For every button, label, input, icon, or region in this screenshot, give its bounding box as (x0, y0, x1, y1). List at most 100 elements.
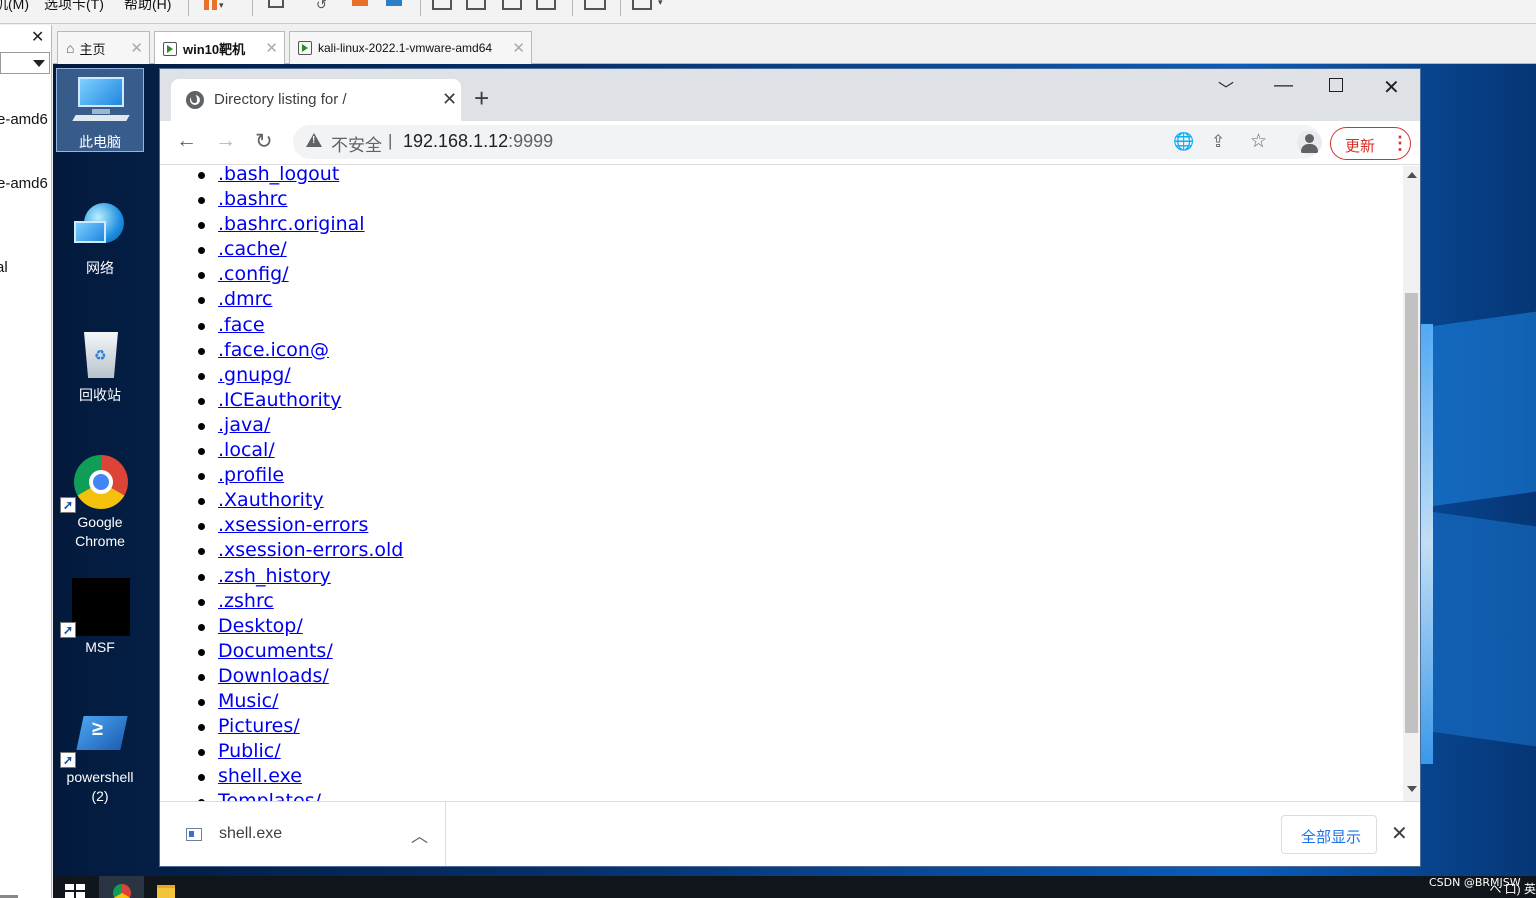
desktop-icon-network[interactable]: 网络 (56, 195, 144, 278)
library-item[interactable]: e-amd6 (0, 175, 48, 192)
tab-home[interactable]: ⌂ 主页 ✕ (57, 31, 150, 64)
list-item: .local/ (198, 438, 403, 463)
desktop-icon-msf[interactable]: MSF (56, 574, 144, 657)
file-link[interactable]: .ICEauthority (218, 389, 342, 411)
file-link[interactable]: .config/ (218, 263, 289, 285)
list-item: .face (198, 313, 403, 338)
page-scrollbar[interactable] (1403, 166, 1420, 801)
tab-kali[interactable]: kali-linux-2022.1-vmware-amd64 ✕ (289, 31, 532, 64)
scroll-down-icon[interactable] (1407, 786, 1417, 792)
file-link[interactable]: .profile (218, 464, 284, 486)
close-icon[interactable]: ✕ (31, 27, 44, 47)
close-icon[interactable]: ✕ (512, 39, 525, 57)
file-link[interactable]: .bashrc (218, 188, 288, 210)
file-link[interactable]: Pictures/ (218, 715, 300, 737)
library-search-dropdown[interactable] (0, 52, 50, 74)
desktop-icon-recycle-bin[interactable]: ♻ 回收站 (56, 322, 144, 405)
fullscreen-icon[interactable] (502, 0, 524, 14)
shortcut-arrow-icon (60, 496, 76, 515)
reload-icon[interactable]: ↻ (255, 129, 273, 154)
bookmark-star-icon[interactable]: ☆ (1250, 130, 1267, 153)
list-item: Desktop/ (198, 614, 403, 639)
close-window-icon[interactable]: ✕ (1383, 75, 1400, 100)
address-bar[interactable]: 不安全 | 192.168.1.12:9999 🌐 ⇪ ☆ (293, 125, 1321, 159)
file-link[interactable]: .bash_logout (218, 166, 339, 185)
file-link[interactable]: .java/ (218, 414, 270, 436)
close-icon[interactable]: ✕ (130, 39, 143, 57)
download-item[interactable]: shell.exe ︿ (160, 802, 446, 866)
chevron-up-icon[interactable]: ︿ (411, 822, 428, 847)
file-link[interactable]: .xsession-errors.old (218, 539, 403, 561)
pause-icon[interactable]: ▾ (202, 0, 224, 14)
desktop-icon-this-pc[interactable]: 此电脑 (56, 68, 144, 152)
snapshot-manager-icon[interactable] (384, 0, 406, 14)
toolbar-separator (620, 0, 621, 16)
share-icon[interactable]: ⇪ (1211, 132, 1225, 152)
scroll-up-icon[interactable] (1407, 172, 1417, 178)
file-link[interactable]: .face.icon@ (218, 339, 329, 361)
browser-tab[interactable]: Directory listing for / ✕ (171, 79, 461, 121)
console-icon[interactable] (584, 0, 606, 14)
desktop-icon-powershell[interactable]: ≥ powershell (2) (56, 704, 144, 806)
show-all-downloads-button[interactable]: 全部显示 (1281, 815, 1377, 854)
file-link[interactable]: Downloads/ (218, 665, 329, 687)
wallpaper-light (1419, 324, 1433, 764)
url-text[interactable]: 192.168.1.12:9999 (403, 131, 553, 152)
close-shelf-icon[interactable]: ✕ (1391, 821, 1408, 846)
update-button[interactable]: 更新 ⋮ (1330, 127, 1411, 160)
toolbar-separator (420, 0, 421, 16)
windows-start-icon[interactable] (65, 884, 85, 898)
close-icon[interactable]: ✕ (442, 89, 457, 110)
file-link[interactable]: Documents/ (218, 640, 333, 662)
file-link[interactable]: .local/ (218, 439, 275, 461)
file-link[interactable]: .xsession-errors (218, 514, 368, 536)
scrollbar-thumb[interactable] (1405, 293, 1418, 733)
chevron-down-icon[interactable]: ﹀ (1218, 76, 1234, 100)
file-link[interactable]: .gnupg/ (218, 364, 291, 386)
host-menu-help[interactable]: 帮助(H) (124, 0, 171, 14)
forward-icon[interactable]: → (215, 129, 236, 153)
taskbar-chrome-button[interactable] (99, 876, 144, 898)
file-link[interactable]: Music/ (218, 690, 278, 712)
file-link[interactable]: Desktop/ (218, 615, 303, 637)
desktop-icon-chrome[interactable]: Google Chrome (56, 449, 144, 551)
file-link[interactable]: .face (218, 314, 265, 336)
stretch-view-icon[interactable]: ▾ (632, 0, 663, 14)
update-label: 更新 (1345, 138, 1376, 155)
snapshot-take-icon[interactable] (350, 0, 372, 14)
list-item: .cache/ (198, 237, 403, 262)
kebab-menu-icon: ⋮ (1391, 133, 1409, 153)
file-link[interactable]: shell.exe (218, 765, 302, 787)
snapshot-revert-icon[interactable]: ↺ (314, 0, 336, 14)
minimize-icon[interactable]: — (1274, 75, 1293, 97)
host-menu-machine[interactable]: 机(M) (0, 0, 29, 14)
library-item[interactable]: al (0, 259, 8, 276)
exe-file-icon (186, 828, 202, 841)
translate-icon[interactable]: 🌐 (1173, 132, 1194, 152)
view-thumbnail-icon[interactable] (466, 0, 488, 14)
file-link[interactable]: .zsh_history (218, 565, 331, 587)
recycle-bin-icon: ♻ (70, 326, 130, 384)
file-link[interactable]: .dmrc (218, 288, 272, 310)
close-icon[interactable]: ✕ (265, 39, 278, 57)
host-menu-tabs[interactable]: 选项卡(T) (44, 0, 104, 14)
unity-icon[interactable] (536, 0, 558, 14)
file-explorer-icon[interactable] (157, 885, 175, 898)
tab-win10[interactable]: win10靶机 ✕ (154, 31, 285, 65)
send-keys-icon[interactable] (266, 0, 288, 14)
download-shelf: shell.exe ︿ 全部显示 ✕ (160, 801, 1420, 866)
warning-icon[interactable] (306, 133, 322, 147)
security-label[interactable]: 不安全 (331, 131, 382, 156)
file-link[interactable]: .cache/ (218, 238, 287, 260)
back-icon[interactable]: ← (176, 129, 197, 153)
file-link[interactable]: .Xauthority (218, 489, 324, 511)
view-sidebar-icon[interactable] (432, 0, 454, 14)
profile-avatar-icon[interactable] (1297, 130, 1322, 155)
file-link[interactable]: .bashrc.original (218, 213, 365, 235)
file-link[interactable]: Templates/ (218, 790, 321, 801)
library-item[interactable]: e-amd6 (0, 111, 48, 128)
maximize-icon[interactable] (1329, 78, 1343, 92)
file-link[interactable]: Public/ (218, 740, 281, 762)
new-tab-button[interactable]: + (474, 84, 489, 112)
file-link[interactable]: .zshrc (218, 590, 274, 612)
